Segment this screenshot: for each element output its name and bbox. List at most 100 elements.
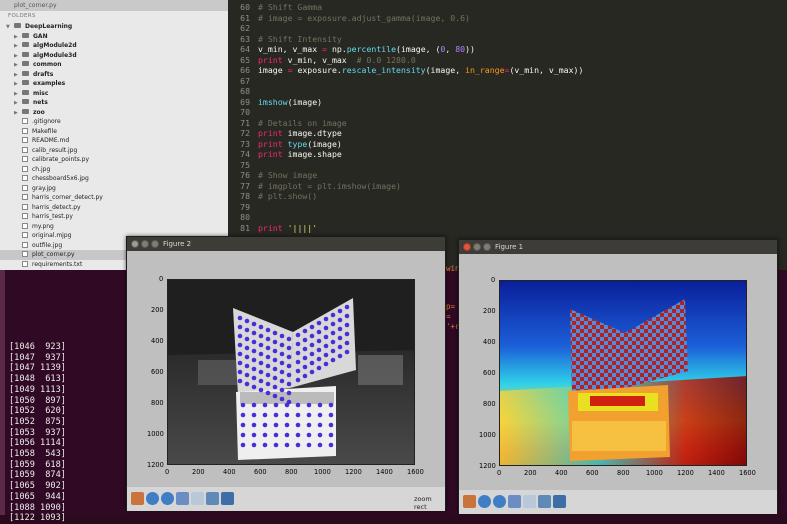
folder-item[interactable]: ▶ algModule2d — [0, 41, 228, 51]
save-icon[interactable] — [553, 495, 566, 508]
file-item[interactable]: gray.jpg — [0, 184, 228, 194]
corner-marker — [306, 422, 312, 428]
subplots-icon[interactable] — [538, 495, 551, 508]
folder-item[interactable]: ▶ nets — [0, 98, 228, 108]
code-editor[interactable]: 60 # Shift Gamma 61 # image = exposure.adju… — [228, 0, 787, 270]
figure-1-axes[interactable] — [499, 280, 747, 466]
corner-marker — [237, 342, 243, 348]
corner-marker — [272, 384, 278, 390]
file-item[interactable]: harris_test.py — [0, 212, 228, 222]
corner-marker — [316, 320, 322, 326]
code-line[interactable]: 63 # Shift Intensity — [228, 34, 342, 45]
back-icon[interactable] — [146, 492, 159, 505]
folder-item[interactable]: ▶ common — [0, 60, 228, 70]
file-item[interactable]: my.png — [0, 222, 228, 232]
folder-item[interactable]: ▶ zoo — [0, 108, 228, 118]
close-icon[interactable] — [131, 240, 139, 248]
minimize-icon[interactable] — [141, 240, 149, 248]
corner-marker — [286, 336, 292, 342]
file-item[interactable]: ch.jpg — [0, 165, 228, 175]
folder-item[interactable]: ▶ algModule3d — [0, 51, 228, 61]
terminal-fragment: = — [446, 312, 451, 321]
code-line[interactable]: 64 v_min, v_max = np.percentile(image, (0… — [228, 44, 475, 55]
zoom-icon[interactable] — [191, 492, 204, 505]
file-item[interactable]: README.md — [0, 136, 228, 146]
minimize-icon[interactable] — [473, 243, 481, 251]
zoom-icon[interactable] — [523, 495, 536, 508]
file-item[interactable]: chessboard5x6.jpg — [0, 174, 228, 184]
figure-2-axes[interactable] — [167, 279, 415, 465]
figure-1-window[interactable]: Figure 1 0 200 400 600 800 1000 1200 140… — [458, 239, 778, 514]
code-line[interactable]: 70 — [228, 107, 258, 118]
file-item[interactable]: calib_result.jpg — [0, 146, 228, 156]
corner-marker — [272, 348, 278, 354]
corner-marker — [309, 333, 315, 339]
subplots-icon[interactable] — [206, 492, 219, 505]
code-line[interactable]: 73 print type(image) — [228, 139, 342, 150]
figure-1-canvas[interactable]: 0 200 400 600 800 1000 1200 1400 1600 0 200 400 600 8… — [459, 254, 777, 490]
code-line[interactable]: 74 print image.shape — [228, 149, 342, 160]
forward-icon[interactable] — [493, 495, 506, 508]
figure-2-titlebar[interactable]: Figure 2 — [127, 237, 445, 251]
x-tick-label: 1000 — [646, 469, 663, 477]
file-item[interactable]: Makefile — [0, 127, 228, 137]
code-line[interactable]: 80 — [228, 212, 258, 223]
figure-2-window[interactable]: Figure 2 0 200 400 600 800 1000 1200 140… — [126, 236, 446, 511]
code-line[interactable]: 75 — [228, 160, 258, 171]
code-line[interactable]: 79 — [228, 202, 258, 213]
figure-1-titlebar[interactable]: Figure 1 — [459, 240, 777, 254]
folder-item[interactable]: ▶ GAN — [0, 32, 228, 42]
code-line[interactable]: 60 # Shift Gamma — [228, 2, 322, 13]
figure-2-canvas[interactable]: 0 200 400 600 800 1000 1200 1400 1600 0 200 400 600 8… — [127, 251, 445, 487]
file-item[interactable]: harris_detect.py — [0, 203, 228, 213]
code-token: (image) — [307, 138, 342, 149]
status-message: zoom rect — [414, 495, 432, 511]
code-line[interactable]: 68 — [228, 86, 258, 97]
code-line[interactable]: 65 print v_min, v_max # 0.0 1280.0 — [228, 55, 416, 66]
code-token: image.dtype — [282, 128, 342, 138]
x-tick-label: 0 — [497, 469, 502, 477]
folder-item[interactable]: ▶ examples — [0, 79, 228, 89]
x-tick-label: 800 — [285, 468, 298, 476]
terminal-line: [1050 897] — [9, 395, 66, 406]
file-item[interactable]: harris_corner_detect.py — [0, 193, 228, 203]
code-line[interactable]: 69 imshow(image) — [228, 97, 322, 108]
code-line[interactable]: 61 # image = exposure.adjust_gamma(image,… — [228, 13, 470, 24]
x-tick-label: 800 — [617, 469, 630, 477]
corner-marker — [330, 330, 336, 336]
corner-marker — [295, 412, 301, 418]
pan-icon[interactable] — [176, 492, 189, 505]
open-file-tab[interactable]: plot_corner.py — [0, 0, 228, 11]
code-line[interactable]: 71 # Details on image — [228, 118, 347, 129]
folder-item[interactable]: ▶ misc — [0, 89, 228, 99]
y-tick-label: 600 — [151, 368, 164, 376]
pan-icon[interactable] — [508, 495, 521, 508]
folder-root[interactable]: ▼ DeepLearning — [0, 22, 228, 32]
close-icon[interactable] — [463, 243, 471, 251]
code-line[interactable]: 81 print '||||' — [228, 223, 317, 234]
save-icon[interactable] — [221, 492, 234, 505]
corner-marker — [328, 412, 334, 418]
code-line[interactable]: 77 # imgplot = plt.imshow(image) — [228, 181, 401, 192]
forward-icon[interactable] — [161, 492, 174, 505]
code-line[interactable]: 76 # Show image — [228, 170, 317, 181]
home-icon[interactable] — [463, 495, 476, 508]
file-item[interactable]: calibrate_points.py — [0, 155, 228, 165]
code-line[interactable]: 66 image = exposure.rescale_intensity(ima… — [228, 65, 583, 76]
corner-marker — [251, 432, 257, 438]
code-line[interactable]: 62 — [228, 23, 258, 34]
code-line[interactable]: 67 — [228, 76, 258, 87]
corner-marker — [244, 336, 250, 342]
code-line[interactable]: 78 # plt.show() — [228, 191, 317, 202]
figure-2-title: Figure 2 — [163, 240, 192, 248]
maximize-icon[interactable] — [151, 240, 159, 248]
folder-item[interactable]: ▶ drafts — [0, 70, 228, 80]
home-icon[interactable] — [131, 492, 144, 505]
corner-marker — [330, 348, 336, 354]
corner-marker — [279, 351, 285, 357]
back-icon[interactable] — [478, 495, 491, 508]
code-line[interactable]: 72 print image.dtype — [228, 128, 342, 139]
file-item[interactable]: .gitignore — [0, 117, 228, 127]
maximize-icon[interactable] — [483, 243, 491, 251]
tree-label: harris_detect.py — [32, 203, 81, 211]
